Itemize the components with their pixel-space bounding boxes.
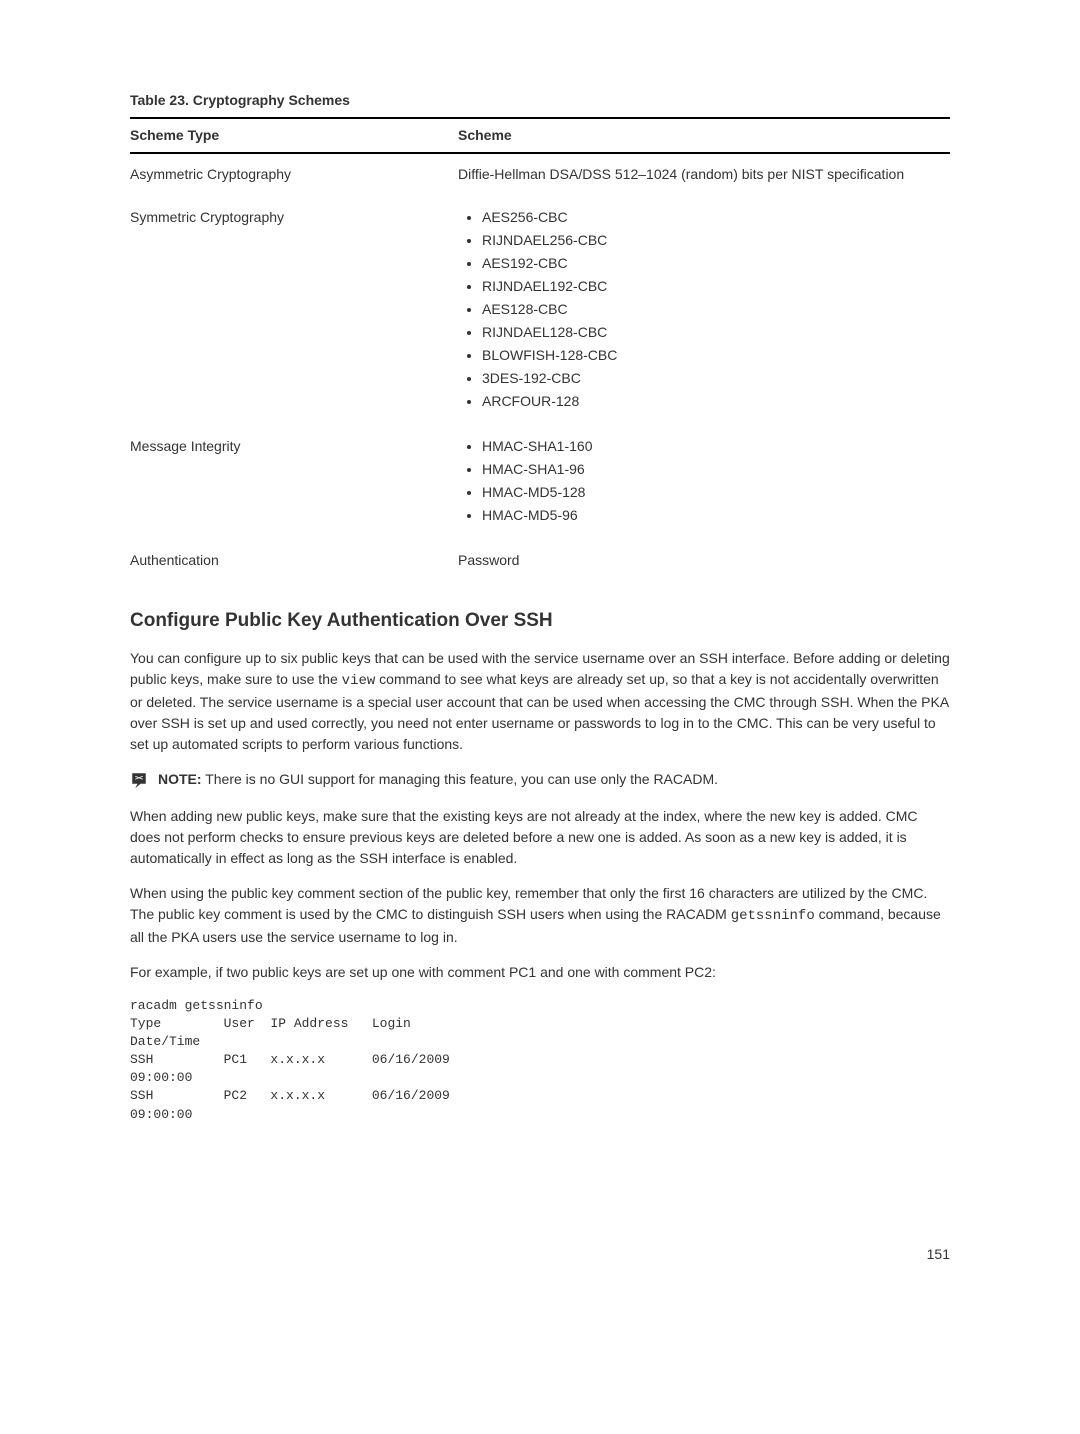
table-row: Message Integrity HMAC-SHA1-160 HMAC-SHA… [130, 426, 950, 540]
table-row: Symmetric Cryptography AES256-CBC RIJNDA… [130, 197, 950, 426]
list-item: HMAC-MD5-128 [482, 482, 942, 503]
list-item: BLOWFISH-128-CBC [482, 345, 942, 366]
table-row: Authentication Password [130, 540, 950, 583]
list-item: HMAC-MD5-96 [482, 505, 942, 526]
list-item: ARCFOUR-128 [482, 391, 942, 412]
p3-code: getssninfo [731, 908, 815, 924]
note-icon [130, 771, 148, 789]
code-block: racadm getssninfo Type User IP Address L… [130, 997, 950, 1124]
note-label: NOTE: [158, 771, 202, 787]
list-item: RIJNDAEL192-CBC [482, 276, 942, 297]
p1-code: view [342, 673, 376, 689]
list-item: 3DES-192-CBC [482, 368, 942, 389]
cell-scheme: Diffie-Hellman DSA/DSS 512–1024 (random)… [458, 153, 950, 197]
th-scheme-type: Scheme Type [130, 118, 458, 153]
cell-type: Asymmetric Cryptography [130, 153, 458, 197]
paragraph-1: You can configure up to six public keys … [130, 648, 950, 755]
paragraph-3: When using the public key comment sectio… [130, 883, 950, 948]
table-caption: Table 23. Cryptography Schemes [130, 90, 950, 111]
list-item: RIJNDAEL256-CBC [482, 230, 942, 251]
note-text: NOTE: There is no GUI support for managi… [158, 769, 950, 790]
cell-type: Message Integrity [130, 426, 458, 540]
note-block: NOTE: There is no GUI support for managi… [130, 769, 950, 790]
paragraph-2: When adding new public keys, make sure t… [130, 806, 950, 869]
cell-type: Symmetric Cryptography [130, 197, 458, 426]
section-heading: Configure Public Key Authentication Over… [130, 607, 950, 636]
note-body: There is no GUI support for managing thi… [202, 771, 718, 787]
list-item: AES128-CBC [482, 299, 942, 320]
cell-type: Authentication [130, 540, 458, 583]
list-item: AES192-CBC [482, 253, 942, 274]
list-item: AES256-CBC [482, 207, 942, 228]
th-scheme: Scheme [458, 118, 950, 153]
cell-scheme: AES256-CBC RIJNDAEL256-CBC AES192-CBC RI… [458, 197, 950, 426]
cell-scheme: HMAC-SHA1-160 HMAC-SHA1-96 HMAC-MD5-128 … [458, 426, 950, 540]
list-item: HMAC-SHA1-96 [482, 459, 942, 480]
paragraph-4: For example, if two public keys are set … [130, 962, 950, 983]
list-item: HMAC-SHA1-160 [482, 436, 942, 457]
cell-scheme: Password [458, 540, 950, 583]
page-number: 151 [130, 1244, 950, 1265]
list-item: RIJNDAEL128-CBC [482, 322, 942, 343]
table-row: Asymmetric Cryptography Diffie-Hellman D… [130, 153, 950, 197]
crypto-table: Scheme Type Scheme Asymmetric Cryptograp… [130, 117, 950, 583]
